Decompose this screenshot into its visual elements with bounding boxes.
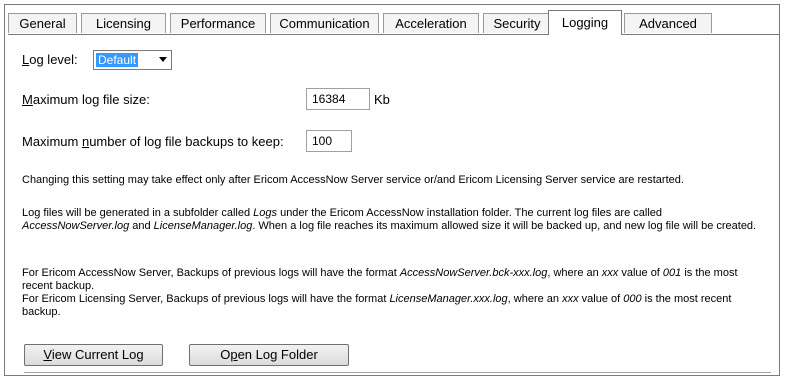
licensing-backup-note: For Ericom Licensing Server, Backups of …: [22, 293, 732, 318]
restart-note: Changing this setting may take effect on…: [22, 174, 684, 186]
max-backups-input[interactable]: 100: [306, 130, 352, 152]
log-level-label: Log level:: [22, 52, 78, 67]
tab-logging[interactable]: Logging: [548, 10, 622, 35]
max-size-unit: Kb: [374, 92, 390, 107]
max-size-input[interactable]: 16384: [306, 88, 370, 110]
bottom-divider: [24, 372, 771, 373]
max-backups-label: Maximum number of log file backups to ke…: [22, 134, 284, 149]
log-location-note: Log files will be generated in a subfold…: [22, 207, 757, 232]
tab-performance[interactable]: Performance: [170, 13, 266, 33]
tab-general[interactable]: General: [8, 13, 77, 33]
view-current-log-button[interactable]: View Current Log: [24, 344, 163, 366]
accessnow-backup-note: For Ericom AccessNow Server, Backups of …: [22, 267, 738, 292]
tab-communication[interactable]: Communication: [270, 13, 379, 33]
log-level-value: Default: [96, 53, 139, 67]
log-level-dropdown[interactable]: Default: [93, 50, 172, 70]
open-log-folder-button[interactable]: Open Log Folder: [189, 344, 349, 366]
tab-bar: General Licensing Performance Communicat…: [8, 10, 780, 35]
chevron-down-icon: [159, 57, 167, 62]
tab-acceleration[interactable]: Acceleration: [383, 13, 479, 33]
tab-licensing[interactable]: Licensing: [81, 13, 166, 33]
tab-security[interactable]: Security: [483, 13, 551, 33]
max-size-label: Maximum log file size:: [22, 92, 150, 107]
logging-panel: Log level: Default Maximum log file size…: [8, 36, 778, 374]
tab-advanced[interactable]: Advanced: [624, 13, 712, 33]
